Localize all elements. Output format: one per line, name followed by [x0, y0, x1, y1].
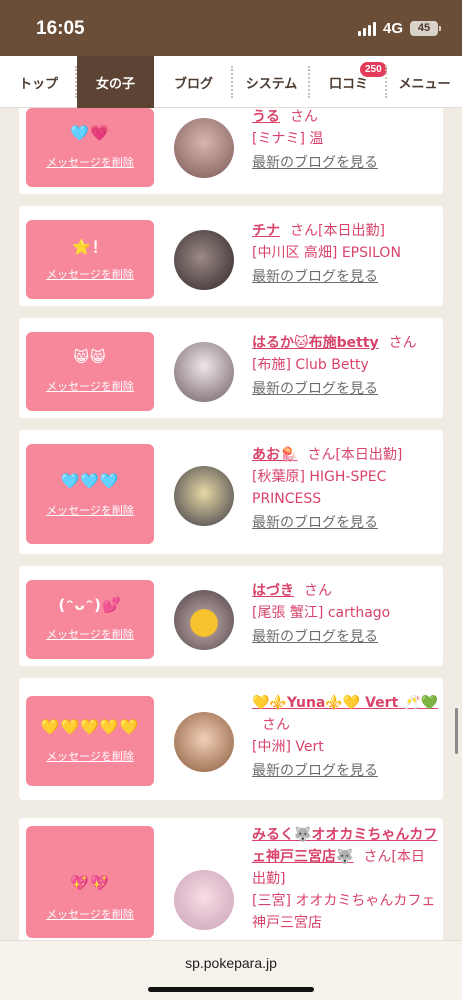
message-emoji: 🩵🩵🩵 — [60, 472, 120, 490]
girl-name-link[interactable]: 💛⚜️Yuna⚜️💛 Vert 🥂💚 — [252, 695, 438, 711]
girl-info: うる さん [ミナミ] 温 最新のブログを見る — [252, 108, 438, 174]
girl-name-link[interactable]: うる — [252, 109, 280, 125]
battery-icon: 45 — [410, 21, 441, 36]
girl-suffix: さん — [388, 335, 417, 351]
girl-name-link[interactable]: チナ — [252, 223, 280, 239]
girl-info: はるか🐱布施betty さん [布施] Club Betty 最新のブログを見る — [252, 332, 438, 400]
delete-message-link[interactable]: メッセージを削除 — [26, 748, 154, 764]
latest-blog-link[interactable]: 最新のブログを見る — [252, 269, 378, 285]
girl-info: みるく🐺オオカミちゃんカフェ神戸三宮店🐺 さん[本日出勤] [三宮] オオカミちゃ… — [252, 824, 438, 934]
girl-avatar[interactable] — [174, 590, 234, 650]
message-box: ⭐️！ メッセージを削除 — [26, 220, 154, 299]
message-box: 😸😸 メッセージを削除 — [26, 332, 154, 411]
nav-tabbar: トップ 女の子 ブログ システム 口コミ 250 メニュー — [0, 56, 462, 108]
browser-url-bar[interactable]: sp.pokepara.jp — [0, 940, 462, 1000]
girl-name-link[interactable]: はづき — [252, 583, 294, 599]
message-box: 🩵🩵🩵 メッセージを削除 — [26, 444, 154, 544]
girl-card: 💖💖 メッセージを削除 みるく🐺オオカミちゃんカフェ神戸三宮店🐺 さん[本日出勤]… — [19, 818, 443, 940]
tab-blog[interactable]: ブログ — [154, 56, 233, 108]
url-text: sp.pokepara.jp — [185, 955, 277, 971]
status-icons: 4G 45 — [357, 20, 441, 37]
tab-menu[interactable]: メニュー — [387, 56, 462, 108]
girl-location: [尾張 蟹江] carthago — [252, 605, 391, 621]
girl-card: 🩵🩵🩵 メッセージを削除 あお🪼 さん[本日出勤] [秋葉原] HIGH-SPEC… — [19, 430, 443, 554]
message-box: 🩵💗 メッセージを削除 — [26, 108, 154, 187]
message-emoji: 💖💖 — [70, 874, 110, 892]
girl-suffix: さん — [262, 717, 290, 733]
message-emoji: 💛💛💛💛💛 — [40, 718, 140, 736]
scrollbar[interactable] — [455, 708, 458, 754]
girl-location: [秋葉原] HIGH-SPEC PRINCESS — [252, 469, 387, 507]
delete-message-link[interactable]: メッセージを削除 — [26, 378, 154, 394]
girl-location: [中川区 高畑] EPSILON — [252, 245, 401, 261]
signal-icon — [357, 21, 376, 36]
girl-card: 💛💛💛💛💛 メッセージを削除 💛⚜️Yuna⚜️💛 Vert 🥂💚 さん [中洲]… — [19, 678, 443, 800]
status-bar: 16:05 4G 45 — [0, 0, 462, 56]
tab-girls[interactable]: 女の子 — [77, 56, 154, 108]
girl-info: あお🪼 さん[本日出勤] [秋葉原] HIGH-SPEC PRINCESS 最新の… — [252, 444, 438, 534]
girl-location: [中洲] Vert — [252, 739, 324, 755]
girl-name-link[interactable]: はるか🐱布施betty — [252, 335, 379, 351]
delete-message-link[interactable]: メッセージを削除 — [26, 906, 154, 922]
girl-location: [ミナミ] 温 — [252, 131, 324, 147]
girl-info: はづき さん [尾張 蟹江] carthago 最新のブログを見る — [252, 580, 438, 648]
girl-location: [三宮] オオカミちゃんカフェ神戸三宮店 — [252, 893, 436, 931]
girl-suffix: さん[本日出勤] — [307, 447, 403, 463]
message-emoji: ⭐️！ — [72, 238, 108, 256]
girl-info: チナ さん[本日出勤] [中川区 高畑] EPSILON 最新のブログを見る — [252, 220, 438, 288]
delete-message-link[interactable]: メッセージを削除 — [26, 626, 154, 642]
latest-blog-link[interactable]: 最新のブログを見る — [252, 155, 378, 171]
message-box: 💛💛💛💛💛 メッセージを削除 — [26, 696, 154, 786]
girl-avatar[interactable] — [174, 118, 234, 178]
delete-message-link[interactable]: メッセージを削除 — [26, 502, 154, 518]
message-emoji: 😸😸 — [73, 348, 107, 366]
latest-blog-link[interactable]: 最新のブログを見る — [252, 515, 378, 531]
network-type: 4G — [382, 20, 403, 37]
message-emoji: (ᵔᴗᵔ)💕 — [58, 596, 122, 614]
tab-top[interactable]: トップ — [0, 56, 77, 108]
tab-system[interactable]: システム — [233, 56, 310, 108]
girl-suffix: さん — [304, 583, 332, 599]
latest-blog-link[interactable]: 最新のブログを見る — [252, 381, 378, 397]
girl-avatar[interactable] — [174, 466, 234, 526]
tab-reviews[interactable]: 口コミ 250 — [310, 56, 387, 108]
delete-message-link[interactable]: メッセージを削除 — [26, 154, 154, 170]
girl-info: 💛⚜️Yuna⚜️💛 Vert 🥂💚 さん [中洲] Vert 最新のブログを見る — [252, 692, 438, 782]
girl-card: 🩵💗 メッセージを削除 うる さん [ミナミ] 温 最新のブログを見る — [19, 108, 443, 194]
girl-suffix: さん[本日出勤] — [290, 223, 385, 239]
clock: 16:05 — [36, 18, 85, 39]
message-emoji: 🩵💗 — [70, 124, 110, 142]
latest-blog-link[interactable]: 最新のブログを見る — [252, 763, 378, 779]
girl-avatar[interactable] — [174, 230, 234, 290]
girl-avatar[interactable] — [174, 342, 234, 402]
message-box: 💖💖 メッセージを削除 — [26, 826, 154, 938]
message-box: (ᵔᴗᵔ)💕 メッセージを削除 — [26, 580, 154, 659]
latest-blog-link[interactable]: 最新のブログを見る — [252, 629, 378, 645]
home-indicator — [148, 987, 314, 992]
girl-location: [布施] Club Betty — [252, 357, 369, 373]
girl-suffix: さん — [290, 109, 318, 125]
delete-message-link[interactable]: メッセージを削除 — [26, 266, 154, 282]
girl-name-link[interactable]: あお🪼 — [252, 447, 297, 463]
girl-card: (ᵔᴗᵔ)💕 メッセージを削除 はづき さん [尾張 蟹江] carthago 最… — [19, 566, 443, 666]
girl-avatar[interactable] — [174, 870, 234, 930]
girl-card: ⭐️！ メッセージを削除 チナ さん[本日出勤] [中川区 高畑] EPSILON… — [19, 206, 443, 306]
girl-card: 😸😸 メッセージを削除 はるか🐱布施betty さん [布施] Club Bett… — [19, 318, 443, 418]
girl-avatar[interactable] — [174, 712, 234, 772]
girl-list[interactable]: 🩵💗 メッセージを削除 うる さん [ミナミ] 温 最新のブログを見る ⭐️！ メ… — [0, 108, 462, 940]
reviews-count-badge: 250 — [360, 62, 387, 77]
